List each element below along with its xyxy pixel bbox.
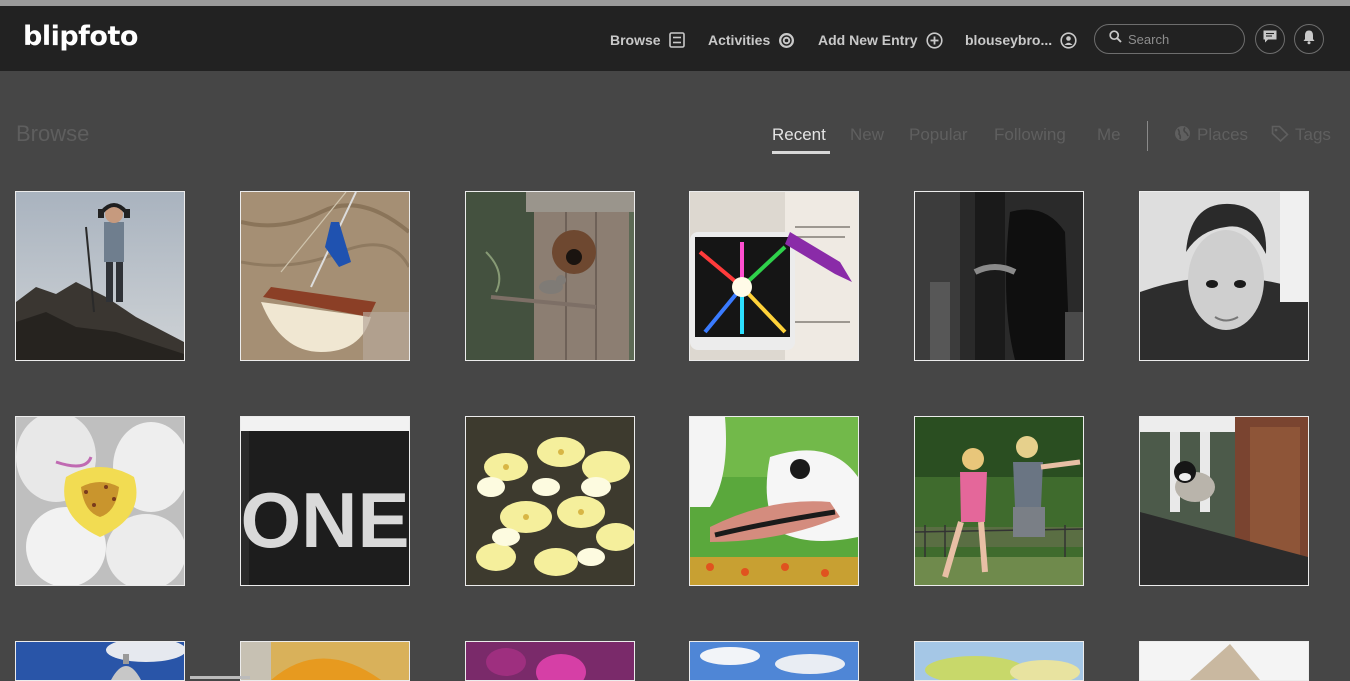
photo-swan-head [690, 417, 858, 585]
messages-icon [1262, 29, 1278, 49]
top-navbar: blipfoto Browse Activities Add New Entry… [0, 6, 1350, 71]
photo-one-sign: ONE [241, 417, 409, 585]
nav-user-profile[interactable]: blouseybro... [965, 28, 1077, 52]
photo-kids-playing [915, 417, 1083, 585]
search-icon [1109, 30, 1122, 48]
photo-thumbnail[interactable] [15, 191, 185, 361]
photo-pink-flower [466, 642, 634, 680]
user-icon [1060, 31, 1077, 49]
photo-thumbnail[interactable] [689, 416, 859, 586]
activities-icon [778, 32, 795, 49]
photo-thumbnail[interactable] [914, 416, 1084, 586]
photo-thumbnail[interactable] [1139, 641, 1309, 681]
photo-spring-blossoms [915, 642, 1083, 680]
photo-thumbnail[interactable] [465, 191, 635, 361]
photo-prism-phone [690, 192, 858, 360]
active-tab-underline [772, 151, 830, 154]
photo-white-object [1140, 642, 1308, 680]
one-sign-text: ONE [241, 476, 409, 564]
blipfoto-logo[interactable]: blipfoto [23, 21, 138, 52]
nav-add-entry-label: Add New Entry [818, 32, 918, 48]
tab-new[interactable]: New [850, 125, 884, 145]
photo-thumbnail[interactable] [240, 191, 410, 361]
photo-thumbnail[interactable] [689, 641, 859, 681]
photo-boat-on-sand [241, 192, 409, 360]
notifications-button[interactable] [1294, 24, 1324, 54]
plus-circle-icon [925, 31, 943, 49]
photo-thumbnail[interactable] [240, 641, 410, 681]
photo-orange-canopy [241, 642, 409, 680]
tab-places[interactable]: Places [1174, 125, 1248, 147]
nav-add-new-entry[interactable]: Add New Entry [818, 28, 943, 52]
nav-browse[interactable]: Browse [610, 28, 685, 52]
photo-thumbnail[interactable] [15, 641, 185, 681]
photo-thumbnail[interactable] [465, 641, 635, 681]
tab-places-label: Places [1197, 125, 1249, 144]
page-title: Browse [16, 121, 90, 146]
photo-blue-sky-clouds [690, 642, 858, 680]
photo-boy-portrait [1140, 192, 1308, 360]
tab-popular[interactable]: Popular [909, 125, 968, 145]
photo-thumbnail[interactable] [1139, 191, 1309, 361]
photo-thumbnail[interactable] [465, 416, 635, 586]
photo-thumbnail[interactable] [689, 191, 859, 361]
photo-dome-sky [16, 642, 184, 680]
tab-tags-label: Tags [1295, 125, 1331, 144]
photo-yellow-flowers [466, 417, 634, 585]
photo-dark-figure [915, 192, 1083, 360]
notifications-bell-icon [1302, 29, 1316, 50]
photo-bird-at-birdhouse [466, 192, 634, 360]
photo-white-orchid [16, 417, 184, 585]
nav-activities-label: Activities [708, 32, 771, 48]
search-box[interactable] [1094, 24, 1245, 54]
photo-thumbnail[interactable] [1139, 416, 1309, 586]
nav-browse-label: Browse [610, 32, 661, 48]
photo-boy-on-rock [16, 192, 184, 360]
tabs-divider [1147, 121, 1148, 151]
nav-activities[interactable]: Activities [708, 28, 795, 52]
search-input[interactable] [1128, 31, 1238, 47]
tag-icon [1271, 125, 1289, 147]
messages-button[interactable] [1255, 24, 1285, 54]
photo-thumbnail[interactable] [15, 416, 185, 586]
tab-following[interactable]: Following [994, 125, 1066, 145]
nav-username-label: blouseybro... [965, 32, 1053, 48]
photo-thumbnail[interactable] [914, 641, 1084, 681]
photo-thumbnail[interactable]: ONE [240, 416, 410, 586]
tab-tags[interactable]: Tags [1271, 125, 1331, 147]
browse-grid-icon [668, 32, 685, 48]
globe-icon [1174, 125, 1191, 147]
tab-me[interactable]: Me [1097, 125, 1121, 145]
tab-recent[interactable]: Recent [772, 125, 826, 145]
photo-chickadee-on-post [1140, 417, 1308, 585]
photo-thumbnail[interactable] [914, 191, 1084, 361]
